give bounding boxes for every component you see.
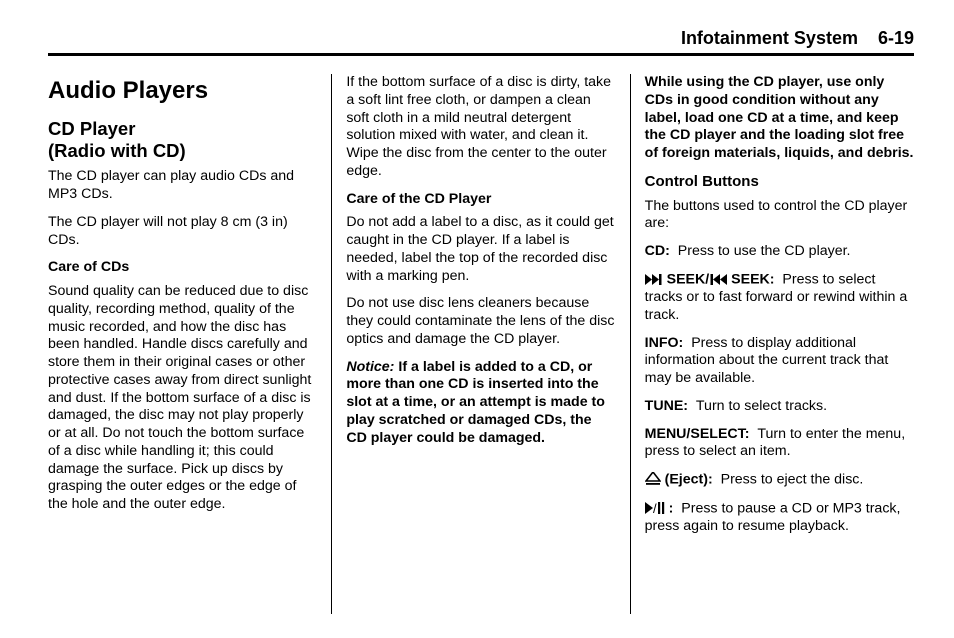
heading-care-of-cds: Care of CDs [48,259,317,277]
heading-control-buttons: Control Buttons [645,173,914,192]
desc-cd: Press to use the CD player. [678,243,851,259]
heading-line1: CD Player [48,118,135,139]
heading-care-cd-player: Care of the CD Player [346,191,615,209]
header-section-title: Infotainment System [681,28,858,49]
rewind-icon [709,271,727,289]
notice-block: Notice: If a label is added to a CD, or … [346,359,615,448]
page-header: Infotainment System 6-19 [48,28,914,56]
row-eject: (Eject): Press to eject the disc. [645,471,914,489]
column-2: If the bottom surface of a disc is dirty… [331,74,629,614]
label-seek-fwd: SEEK/ [667,271,710,287]
row-tune: TUNE: Turn to select tracks. [645,398,914,416]
warning-block: While using the CD player, use only CDs … [645,74,914,163]
column-1: Audio Players CD Player (Radio with CD) … [48,74,331,614]
heading-audio-players: Audio Players [48,76,317,106]
heading-line2: (Radio with CD) [48,140,186,161]
label-menu-select: MENU/SELECT: [645,426,750,442]
play-pause-icon: / [645,500,665,518]
heading-cd-player: CD Player (Radio with CD) [48,118,317,162]
content-columns: Audio Players CD Player (Radio with CD) … [48,74,914,614]
label-play-pause: : [669,500,674,516]
row-cd: CD: Press to use the CD player. [645,243,914,261]
desc-play-pause-text: Press to pause a CD or MP3 track, press … [645,500,901,534]
para-no-label: Do not add a label to a disc, as it coul… [346,214,615,285]
para-no-lens-cleaner: Do not use disc lens cleaners because th… [346,295,615,348]
eject-icon [645,471,661,489]
para-buttons-intro: The buttons used to control the CD playe… [645,198,914,234]
para-cd-intro: The CD player can play audio CDs and MP3… [48,168,317,204]
label-seek-rew: SEEK: [731,271,774,287]
row-menu-select: MENU/SELECT: Turn to enter the menu, pre… [645,426,914,462]
para-care-cds-body: Sound quality can be reduced due to disc… [48,283,317,514]
column-3: While using the CD player, use only CDs … [630,74,914,614]
desc-eject-text: Press to eject the disc. [721,472,864,488]
fast-forward-icon [645,271,663,289]
notice-label: Notice: [346,359,394,375]
row-play-pause: / : Press to pause a CD or MP3 track, pr… [645,500,914,536]
row-seek: SEEK/ SEEK: Press to select tracks or to… [645,271,914,325]
desc-tune-text: Turn to select tracks. [696,398,827,414]
label-cd: CD: [645,243,670,259]
label-info: INFO: [645,335,684,351]
label-eject: (Eject): [665,472,713,488]
row-info: INFO: Press to display additional inform… [645,335,914,388]
label-tune: TUNE: [645,398,688,414]
svg-text:/: / [653,502,657,514]
para-clean-disc: If the bottom surface of a disc is dirty… [346,74,615,181]
header-page-number: 6-19 [878,28,914,49]
para-cd-8cm: The CD player will not play 8 cm (3 in) … [48,214,317,250]
